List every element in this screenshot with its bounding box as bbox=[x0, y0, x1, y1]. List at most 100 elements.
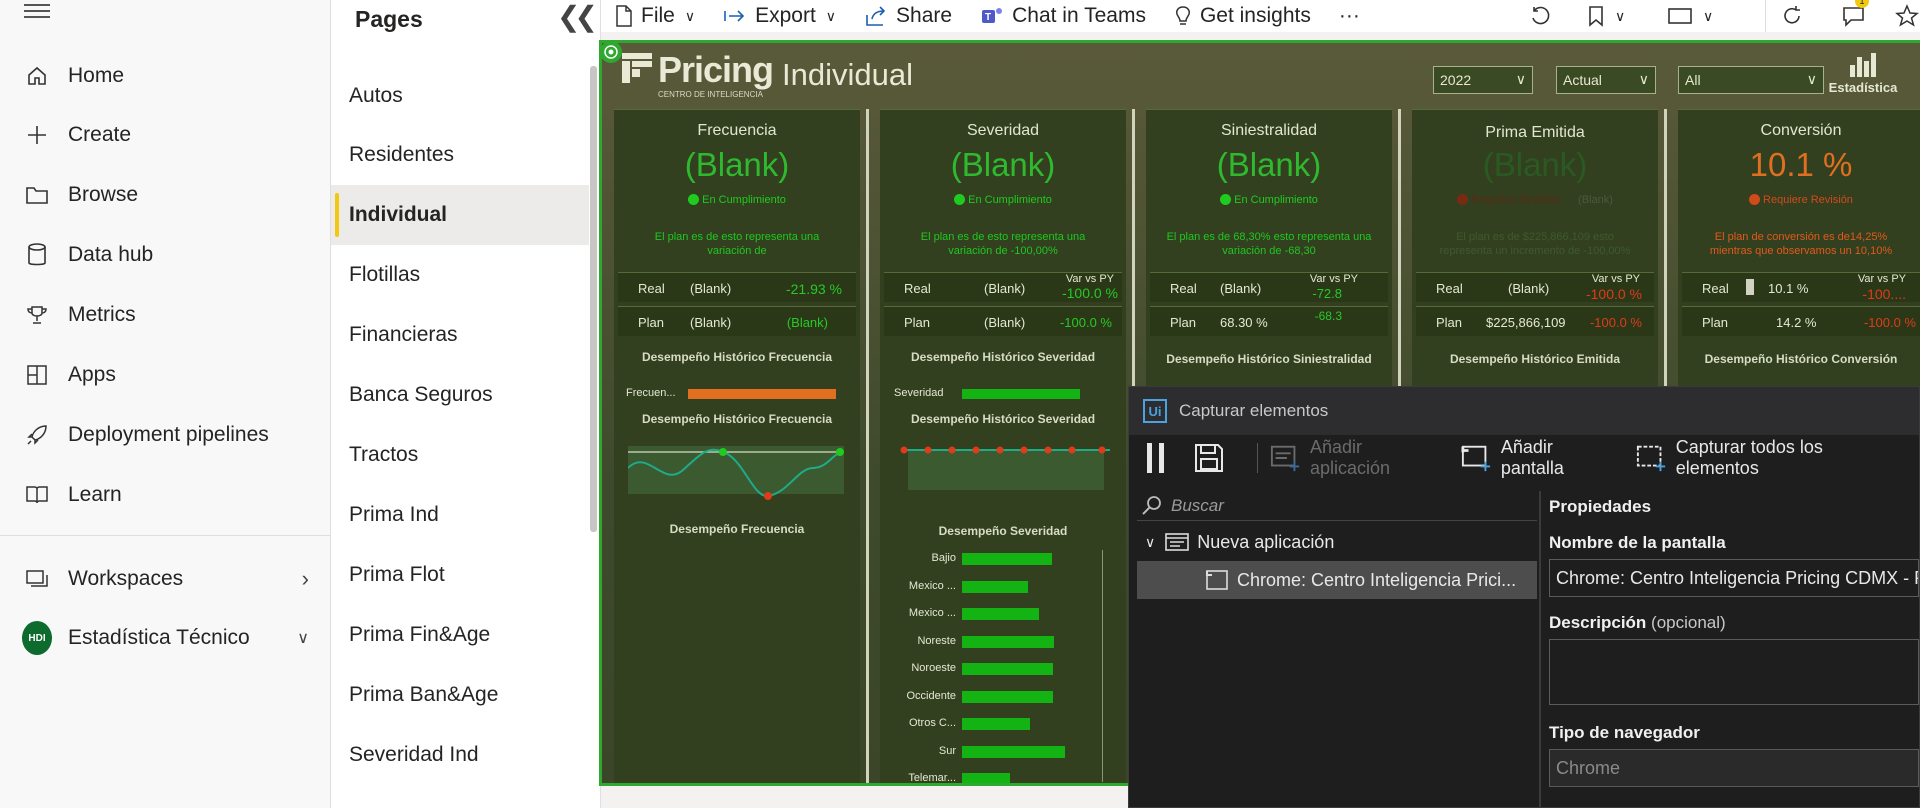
line-point[interactable] bbox=[1020, 446, 1028, 454]
nav-item-learn[interactable]: Learn bbox=[0, 467, 331, 523]
share-button[interactable]: Share bbox=[864, 4, 952, 28]
frecuencia-line-chart[interactable] bbox=[628, 438, 844, 508]
line-point[interactable] bbox=[948, 446, 956, 454]
page-item-active[interactable]: Individual bbox=[331, 185, 589, 245]
tree-item-application[interactable]: ∨ Nueva aplicación bbox=[1137, 523, 1537, 561]
kpi-note: El plan de conversión es de14,25% mientr… bbox=[1709, 231, 1893, 257]
kpi-real-value: 10.1 % bbox=[1768, 281, 1809, 296]
severidad-line-chart[interactable] bbox=[894, 438, 1110, 498]
properties-title: Propiedades bbox=[1549, 497, 1652, 516]
nav-item-browse[interactable]: Browse bbox=[0, 167, 331, 223]
nav-item-data-hub[interactable]: Data hub bbox=[0, 227, 331, 283]
region-bar[interactable] bbox=[962, 608, 1039, 620]
region-bar[interactable] bbox=[962, 635, 1055, 648]
region-bar[interactable] bbox=[962, 663, 1054, 675]
tree-item-screen[interactable]: Chrome: Centro Inteligencia Prici... bbox=[1137, 561, 1537, 599]
line-point[interactable] bbox=[719, 448, 727, 456]
line-point[interactable] bbox=[924, 446, 932, 454]
description-field[interactable] bbox=[1549, 639, 1919, 705]
more-options-button[interactable]: ··· bbox=[1339, 4, 1360, 28]
chevron-down-icon: ∨ bbox=[1615, 7, 1626, 24]
line-point[interactable] bbox=[836, 448, 844, 456]
hamburger-menu-icon[interactable] bbox=[24, 4, 50, 18]
scenario-slicer[interactable]: Actual ∨ bbox=[1556, 66, 1656, 94]
hist-bar[interactable] bbox=[688, 389, 836, 399]
page-item[interactable]: Flotillas bbox=[331, 245, 589, 305]
capture-titlebar[interactable]: Ui Capturar elementos bbox=[1129, 387, 1919, 435]
page-item[interactable]: Tractos bbox=[331, 425, 589, 485]
page-item[interactable]: Autos bbox=[331, 66, 589, 126]
region-bar[interactable] bbox=[962, 773, 1011, 783]
line-point[interactable] bbox=[900, 446, 908, 454]
region-bar-label: Mexico ... bbox=[908, 579, 956, 592]
add-application-icon bbox=[1270, 445, 1300, 472]
browser-type-field[interactable]: Chrome bbox=[1549, 749, 1919, 787]
trophy-icon bbox=[22, 304, 52, 326]
kpi-card-frecuencia[interactable]: Frecuencia (Blank) En Cumplimiento El pl… bbox=[614, 109, 860, 783]
reset-icon[interactable] bbox=[1529, 0, 1551, 32]
region-bar[interactable] bbox=[962, 553, 1053, 565]
page-item[interactable]: Financieras bbox=[331, 305, 589, 365]
region-bar[interactable] bbox=[962, 690, 1054, 703]
line-point[interactable] bbox=[1044, 446, 1052, 454]
page-item[interactable]: Prima Fin&Age bbox=[331, 605, 589, 665]
nav-item-deployment-pipelines[interactable]: Deployment pipelines bbox=[0, 407, 331, 463]
kpi-real-label: Real bbox=[1436, 281, 1463, 296]
nav-item-create[interactable]: Create bbox=[0, 107, 331, 163]
comments-icon[interactable]: 1 bbox=[1841, 0, 1869, 32]
nav-item-metrics[interactable]: Metrics bbox=[0, 287, 331, 343]
page-item[interactable]: Residentes bbox=[331, 125, 589, 185]
page-item[interactable]: Prima Ban&Age bbox=[331, 665, 589, 725]
refresh-icon[interactable] bbox=[1765, 0, 1804, 32]
line-point[interactable] bbox=[1098, 446, 1106, 454]
bookmark-icon[interactable]: ∨ bbox=[1587, 0, 1625, 32]
line-point[interactable] bbox=[972, 446, 980, 454]
chevron-down-icon: ∨ bbox=[1703, 7, 1714, 24]
line-point[interactable] bbox=[1068, 446, 1076, 454]
pages-title: Pages bbox=[355, 6, 423, 32]
region-bar[interactable] bbox=[962, 580, 1028, 593]
kpi-plan-var: -68.3 bbox=[1314, 309, 1342, 323]
search-input[interactable]: Buscar bbox=[1137, 491, 1537, 521]
region-bar-label: Mexico ... bbox=[908, 607, 956, 619]
add-screen-button[interactable]: Añadir pantalla bbox=[1461, 437, 1614, 479]
estadistica-link[interactable]: Estadística bbox=[1828, 51, 1898, 95]
line-point[interactable] bbox=[996, 446, 1004, 454]
nav-item-home[interactable]: Home bbox=[0, 48, 331, 104]
chevron-down-icon[interactable]: ∨ bbox=[1145, 534, 1155, 551]
region-bar[interactable] bbox=[962, 745, 1066, 758]
file-menu-button[interactable]: File ∨ bbox=[615, 4, 695, 28]
pages-scrollbar[interactable] bbox=[590, 66, 597, 532]
hist-title: Desempeño Histórico Severidad bbox=[910, 350, 1096, 364]
page-item[interactable]: Prima Flot bbox=[331, 545, 589, 605]
capture-all-button[interactable]: Capturar todos los elementos bbox=[1636, 437, 1897, 479]
page-item[interactable]: Prima Ind bbox=[331, 485, 589, 545]
pause-button[interactable] bbox=[1145, 441, 1177, 475]
region-bar[interactable] bbox=[962, 718, 1031, 730]
filter-slicer-value: All bbox=[1685, 72, 1701, 88]
view-icon[interactable]: ∨ bbox=[1667, 0, 1713, 32]
page-item[interactable]: Severidad Ind bbox=[331, 725, 589, 785]
nav-item-workspace-current[interactable]: HDI Estadística Técnico ∨ bbox=[0, 610, 331, 666]
screen-name-field[interactable]: Chrome: Centro Inteligencia Pricing CDMX… bbox=[1549, 559, 1919, 597]
page-item[interactable]: Banca Seguros bbox=[331, 365, 589, 425]
nav-item-workspaces[interactable]: Workspaces › bbox=[0, 551, 331, 607]
export-menu-button[interactable]: Export ∨ bbox=[723, 4, 836, 28]
chat-in-teams-button[interactable]: T Chat in Teams bbox=[980, 4, 1146, 28]
get-insights-button[interactable]: Get insights bbox=[1174, 4, 1311, 28]
add-application-button[interactable]: Añadir aplicación bbox=[1270, 437, 1439, 479]
nav-item-apps[interactable]: Apps bbox=[0, 347, 331, 403]
collapse-pages-icon[interactable]: ❮❮ bbox=[557, 0, 598, 33]
favorite-star-icon[interactable] bbox=[1895, 0, 1919, 32]
save-button[interactable] bbox=[1193, 442, 1235, 474]
pages-panel: Pages ❮❮ Autos Residentes Individual Flo… bbox=[331, 0, 601, 808]
lightbulb-icon bbox=[1175, 6, 1190, 25]
kpi-card-severidad[interactable]: Severidad (Blank) En Cumplimiento El pla… bbox=[880, 109, 1126, 783]
filter-slicer[interactable]: All ∨ bbox=[1678, 66, 1824, 94]
line-point[interactable] bbox=[764, 492, 772, 500]
file-icon bbox=[616, 5, 632, 27]
year-slicer[interactable]: 2022 ∨ bbox=[1433, 66, 1533, 94]
perf-title: Desempeño Severidad bbox=[938, 524, 1068, 538]
hist-bar[interactable] bbox=[962, 389, 1080, 399]
kpi-plan-row: Plan (Blank) -100.0 % bbox=[884, 306, 1122, 336]
